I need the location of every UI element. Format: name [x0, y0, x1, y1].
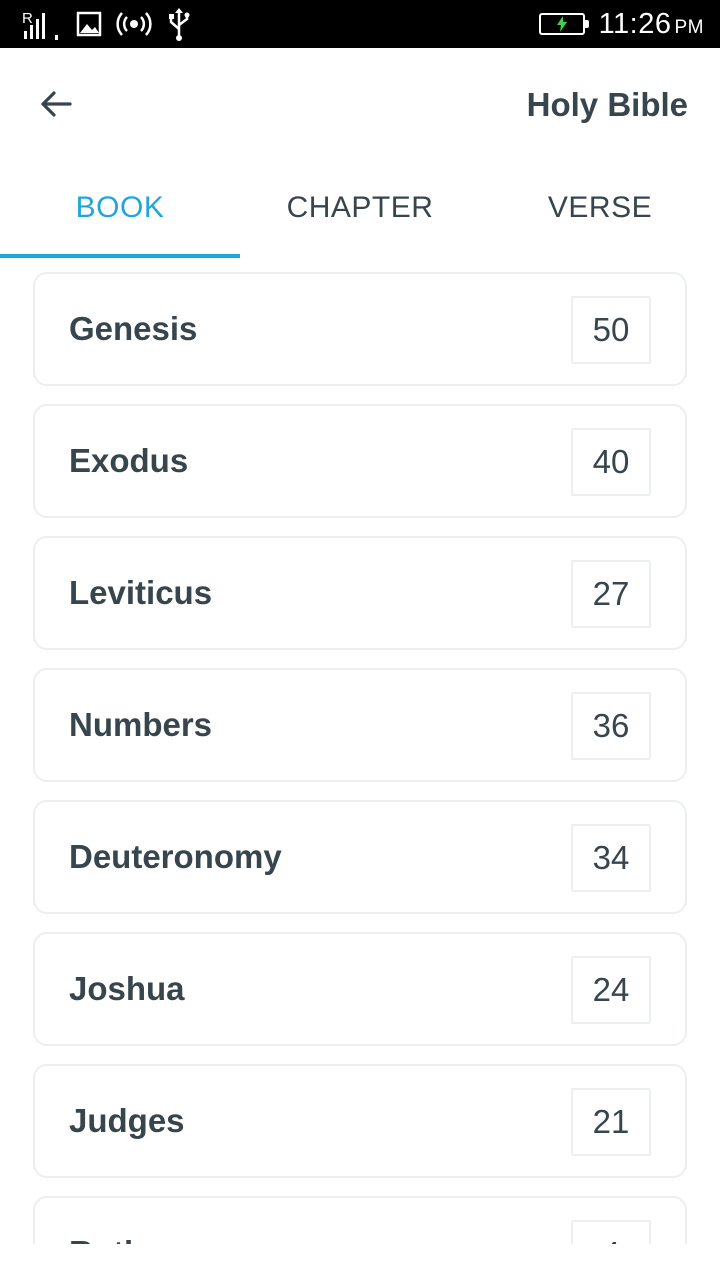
chapter-count-badge: 36: [571, 692, 651, 760]
book-name: Genesis: [69, 310, 198, 347]
book-row-numbers[interactable]: Numbers 36: [33, 668, 687, 782]
book-name: Deuteronomy: [69, 838, 282, 875]
book-row-exodus[interactable]: Exodus 40: [33, 404, 687, 518]
chapter-count-badge: 21: [571, 1088, 651, 1156]
gallery-icon: [76, 11, 102, 37]
book-name: Judges: [69, 1102, 185, 1139]
chapter-count-badge: 50: [571, 296, 651, 364]
battery-charging-icon: [538, 13, 589, 35]
book-row-ruth[interactable]: Ruth 4: [33, 1196, 687, 1244]
book-row-genesis[interactable]: Genesis 50: [33, 272, 687, 386]
tab-verse[interactable]: VERSE: [480, 160, 720, 258]
chapter-count-badge: 34: [571, 824, 651, 892]
book-name: Exodus: [69, 442, 189, 479]
clock-ampm: PM: [674, 16, 704, 38]
hotspot-icon: [116, 11, 152, 37]
clock-time: 11:26: [598, 7, 672, 40]
book-list[interactable]: Genesis 50 Exodus 40 Leviticus 27 Number…: [0, 258, 720, 1244]
status-clock: 11:26 PM: [599, 8, 704, 41]
book-name: Numbers: [69, 706, 213, 743]
book-row-leviticus[interactable]: Leviticus 27: [33, 536, 687, 650]
usb-icon: [166, 7, 192, 41]
arrow-left-icon: [41, 91, 72, 117]
signal-icon: R: [22, 7, 62, 41]
book-row-deuteronomy[interactable]: Deuteronomy 34: [33, 800, 687, 914]
book-name: Joshua: [69, 970, 185, 1007]
page-title: Holy Bible: [526, 86, 688, 123]
book-row-joshua[interactable]: Joshua 24: [33, 932, 687, 1046]
book-row-judges[interactable]: Judges 21: [33, 1064, 687, 1178]
book-name: Leviticus: [69, 574, 213, 611]
chapter-count-badge: 27: [571, 560, 651, 628]
book-name: Ruth: [69, 1198, 144, 1244]
tab-book[interactable]: BOOK: [0, 160, 240, 258]
chapter-count-badge: 24: [571, 956, 651, 1024]
back-button[interactable]: [30, 78, 82, 130]
status-bar: R 11:26 PM: [0, 0, 720, 48]
tab-bar: BOOK CHAPTER VERSE: [0, 160, 720, 258]
svg-text:R: R: [22, 10, 33, 27]
app-bar: Holy Bible: [0, 48, 720, 160]
tab-chapter[interactable]: CHAPTER: [240, 160, 480, 258]
chapter-count-badge: 40: [571, 428, 651, 496]
chapter-count-badge: 4: [571, 1220, 651, 1244]
